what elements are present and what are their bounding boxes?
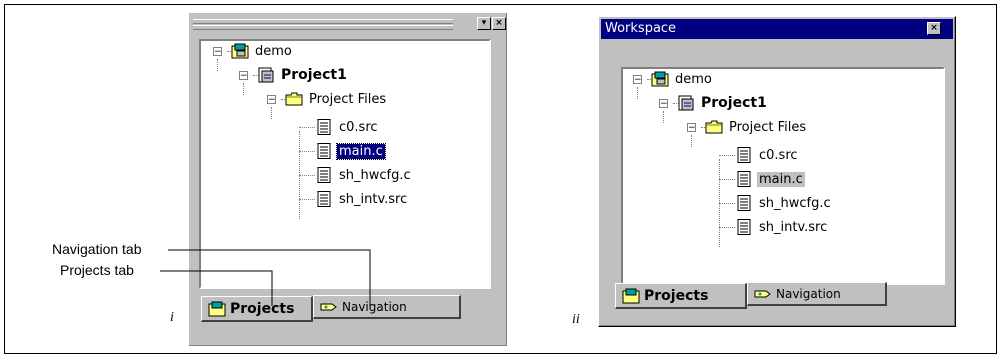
navigation-tab-icon <box>754 290 771 297</box>
workspace-window-floating: Workspace × − − − demo Project1 Project … <box>598 16 956 327</box>
tree-label: Project Files <box>309 91 387 107</box>
collapse-toggle[interactable]: − <box>267 95 276 105</box>
tree-node-file[interactable]: sh_hwcfg.c <box>735 193 833 213</box>
title-bar[interactable]: Workspace × <box>601 19 953 39</box>
file-icon <box>737 219 751 235</box>
tree-node-file[interactable]: sh_hwcfg.c <box>315 165 413 185</box>
tree-node-workspace[interactable]: demo <box>231 41 294 61</box>
tree-label: sh_hwcfg.c <box>339 167 411 183</box>
tree-node-workspace[interactable]: demo <box>651 69 714 89</box>
tree-label: c0.src <box>339 119 378 135</box>
folder-icon <box>705 120 723 134</box>
figure-label-i: i <box>170 310 174 325</box>
tab-navigation[interactable]: Navigation <box>747 282 887 306</box>
project-tree: − − − demo Project1 Project Files c0.src… <box>621 67 945 285</box>
close-icon[interactable]: × <box>927 22 941 35</box>
callout-navigation-tab: Navigation tab <box>52 241 142 257</box>
tree-node-file[interactable]: c0.src <box>315 117 380 137</box>
tab-projects[interactable]: Projects <box>615 283 747 309</box>
callout-projects-tab: Projects tab <box>60 262 134 278</box>
tree-label: sh_intv.src <box>759 219 828 235</box>
collapse-toggle[interactable]: − <box>659 99 668 109</box>
tree-label: sh_hwcfg.c <box>759 195 831 211</box>
navigation-tab-icon <box>320 303 337 310</box>
tree-node-folder[interactable]: Project Files <box>705 117 808 137</box>
projects-tab-icon <box>208 301 226 316</box>
file-icon <box>737 195 751 211</box>
tree-label: c0.src <box>759 147 798 163</box>
tree-node-file-selected[interactable]: main.c <box>735 169 805 189</box>
tree-label: demo <box>255 43 292 59</box>
tab-label: Projects <box>230 300 295 317</box>
file-icon <box>317 143 331 159</box>
project-icon <box>678 95 694 111</box>
project-icon <box>258 67 274 83</box>
tab-label: Navigation <box>342 299 407 314</box>
minimize-icon[interactable]: ▾ <box>477 17 491 30</box>
collapse-toggle[interactable]: − <box>633 75 642 85</box>
tab-label: Navigation <box>776 286 841 301</box>
tree-label: Project1 <box>281 67 347 83</box>
file-icon <box>737 171 751 187</box>
tree-node-file-selected[interactable]: main.c <box>315 141 386 161</box>
collapse-toggle[interactable]: − <box>687 123 696 133</box>
tree-node-file[interactable]: c0.src <box>735 145 800 165</box>
tab-projects[interactable]: Projects <box>201 296 313 322</box>
workspace-icon <box>231 43 249 59</box>
file-icon <box>737 147 751 163</box>
tree-label: sh_intv.src <box>339 191 408 207</box>
tab-navigation[interactable]: Navigation <box>313 295 461 319</box>
tree-label: main.c <box>757 171 805 187</box>
tree-node-file[interactable]: sh_intv.src <box>315 189 409 209</box>
tab-label: Projects <box>644 287 709 304</box>
collapse-toggle[interactable]: − <box>239 71 248 81</box>
workspace-icon <box>651 71 669 87</box>
folder-icon <box>285 92 303 106</box>
file-icon <box>317 191 331 207</box>
tree-label: Project1 <box>701 95 767 111</box>
workspace-panel-docked: ▾ × − − − demo Project1 Project Files c0… <box>188 12 507 346</box>
tree-node-project[interactable]: Project1 <box>677 93 769 113</box>
window-title: Workspace <box>605 21 677 36</box>
tree-node-file[interactable]: sh_intv.src <box>735 217 829 237</box>
file-icon <box>317 119 331 135</box>
projects-tab-icon <box>622 288 640 303</box>
tree-label: demo <box>675 71 712 87</box>
close-icon[interactable]: × <box>492 17 506 30</box>
figure-label-ii: ii <box>572 312 580 327</box>
tree-label: main.c <box>336 142 386 160</box>
file-icon <box>317 167 331 183</box>
tree-node-project[interactable]: Project1 <box>257 65 349 85</box>
tree-label: Project Files <box>729 119 807 135</box>
collapse-toggle[interactable]: − <box>213 47 222 57</box>
drag-grip[interactable] <box>193 19 453 30</box>
tree-node-folder[interactable]: Project Files <box>285 89 388 109</box>
project-tree: − − − demo Project1 Project Files c0.src… <box>199 39 491 289</box>
